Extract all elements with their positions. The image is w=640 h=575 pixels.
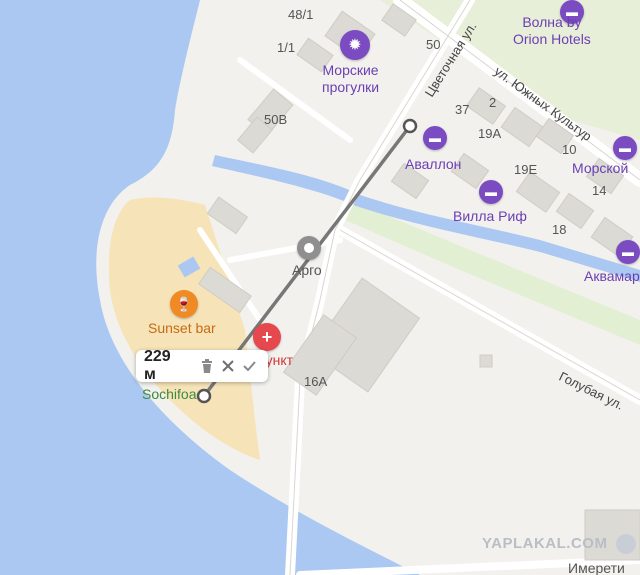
- ruler-distance: 229 м: [144, 348, 171, 383]
- poi-marker[interactable]: ✹: [340, 30, 370, 60]
- poi-label[interactable]: Имерети: [568, 560, 625, 575]
- ruler-confirm-button[interactable]: [239, 355, 260, 377]
- poi-label[interactable]: Sunset bar: [148, 320, 216, 337]
- house-number: 50: [426, 37, 441, 52]
- house-number: 48/1: [288, 7, 314, 22]
- poi-marker[interactable]: 🍷: [170, 290, 198, 318]
- poi-label[interactable]: Морской: [572, 160, 628, 177]
- house-number: 1/1: [277, 40, 296, 55]
- bed-icon: ▬: [619, 141, 631, 155]
- ruler-close-button[interactable]: [217, 355, 238, 377]
- house-number: 18: [552, 222, 567, 237]
- house-number: 16А: [304, 374, 328, 389]
- poi-label[interactable]: Арго: [292, 262, 322, 279]
- watermark: YAPLAKAL.COM: [482, 535, 608, 552]
- watermark-logo-icon: [616, 534, 636, 554]
- house-number: 10: [562, 142, 577, 157]
- cocktail-icon: 🍷: [175, 295, 193, 312]
- bed-icon: ▬: [485, 185, 497, 199]
- poi-marker[interactable]: [297, 236, 321, 260]
- ruler-delete-button[interactable]: [196, 355, 217, 377]
- ruler-popup: 229 м: [136, 348, 268, 383]
- poi-marker[interactable]: ▬: [616, 240, 640, 264]
- ruler-start-point: [196, 388, 212, 404]
- poi-label[interactable]: Морские прогулки: [322, 62, 379, 96]
- poi-label[interactable]: Волна by Orion Hotels: [513, 14, 591, 48]
- trash-icon: [201, 359, 212, 373]
- poi-label[interactable]: Вилла Риф: [453, 208, 527, 225]
- close-icon: [222, 360, 234, 372]
- boat-icon: ✹: [348, 37, 362, 54]
- poi-marker[interactable]: +: [253, 323, 281, 351]
- ruler-end-point: [402, 118, 418, 134]
- house-number: 2: [489, 95, 497, 110]
- bed-icon: ▬: [622, 245, 634, 259]
- check-icon: [243, 361, 256, 371]
- poi-label[interactable]: Аваллон: [405, 156, 461, 173]
- house-number: 19Е: [514, 162, 538, 177]
- medical-cross-icon: +: [261, 326, 273, 347]
- poi-label[interactable]: Аквамар: [584, 268, 640, 285]
- house-number: 19А: [478, 126, 502, 141]
- house-number: 37: [455, 102, 470, 117]
- poi-marker[interactable]: ▬: [423, 126, 447, 150]
- poi-marker[interactable]: ▬: [479, 180, 503, 204]
- house-number: 50В: [264, 112, 288, 127]
- poi-marker[interactable]: ▬: [613, 136, 637, 160]
- pin-icon: [304, 243, 314, 253]
- house-number: 14: [592, 183, 607, 198]
- map-canvas[interactable]: 48/1 1/1 50 50В 37 2 19А 10 19Е 14 18 16…: [0, 0, 640, 575]
- bed-icon: ▬: [429, 131, 441, 145]
- poi-label[interactable]: Sochifoa: [142, 386, 196, 403]
- map-base-layer: [0, 0, 640, 575]
